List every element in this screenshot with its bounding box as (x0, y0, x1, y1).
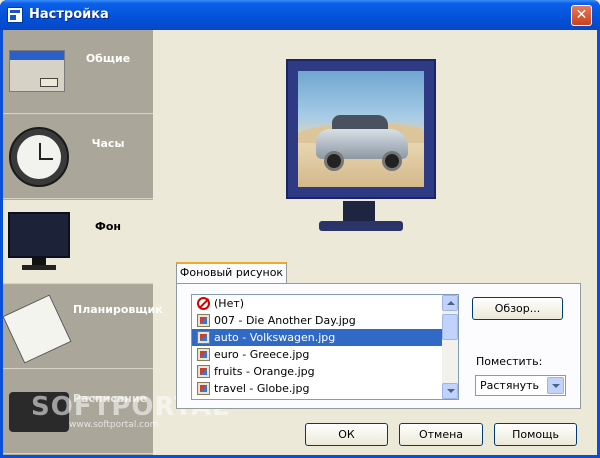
place-select-value: Растянуть (480, 379, 540, 392)
title-bar[interactable]: Настройка ✕ (0, 0, 600, 30)
list-item[interactable]: fruits - Orange.jpg (192, 363, 458, 380)
window-title: Настройка (29, 7, 109, 22)
list-item-label: fruits - Orange.jpg (214, 365, 315, 378)
settings-window: Настройка ✕ Общие Часы Фон Планировщик Р… (0, 0, 600, 458)
sidebar-item-label: Планировщик (73, 303, 163, 316)
none-icon (197, 297, 210, 310)
planner-icon (2, 294, 72, 364)
cancel-button[interactable]: Отмена (399, 423, 483, 446)
sidebar-item-label: Фон (94, 220, 122, 233)
list-item-label: euro - Greece.jpg (214, 348, 310, 361)
list-item-label: (Нет) (214, 297, 245, 310)
list-item-label: travel - Globe.jpg (214, 382, 310, 395)
wallpaper-preview (286, 59, 436, 199)
wallpaper-list[interactable]: (Нет) 007 - Die Another Day.jpg auto - V… (191, 294, 459, 400)
image-file-icon (197, 382, 210, 395)
image-file-icon (197, 348, 210, 361)
sidebar-item-label: Часы (91, 137, 125, 150)
list-item[interactable]: auto - Volkswagen.jpg (192, 329, 458, 346)
image-file-icon (197, 365, 210, 378)
tab-wallpaper[interactable]: Фоновый рисунок (176, 262, 287, 284)
arrow-down-icon (447, 389, 455, 393)
monitor-icon (8, 212, 70, 272)
scroll-down-button[interactable] (442, 383, 458, 399)
list-item-label: 007 - Die Another Day.jpg (214, 314, 356, 327)
monitor-stand (343, 201, 375, 223)
sidebar-item-label: Общие (85, 52, 131, 65)
help-button[interactable]: Помощь (494, 423, 577, 446)
list-scrollbar[interactable] (442, 295, 458, 399)
list-item[interactable]: 007 - Die Another Day.jpg (192, 312, 458, 329)
watermark-url: www.softportal.com (69, 420, 159, 430)
scroll-thumb[interactable] (442, 314, 458, 340)
close-button[interactable]: ✕ (571, 5, 592, 26)
sidebar-item-clock[interactable]: Часы (3, 115, 153, 199)
sidebar: Общие Часы Фон Планировщик Расписание SO… (2, 30, 229, 455)
arrow-up-icon (447, 301, 455, 305)
dialog-client: Общие Часы Фон Планировщик Расписание SO… (2, 30, 597, 455)
window-icon (9, 50, 65, 92)
place-label: Поместить: (476, 355, 543, 368)
list-item[interactable]: (Нет) (192, 295, 458, 312)
chevron-down-icon[interactable] (547, 377, 564, 394)
place-select[interactable]: Растянуть (475, 375, 566, 396)
sidebar-item-planner[interactable]: Планировщик (2, 285, 163, 369)
sidebar-item-general[interactable]: Общие (3, 30, 153, 114)
preview-image (298, 71, 424, 187)
list-item[interactable]: travel - Globe.jpg (192, 380, 458, 397)
app-icon (7, 7, 23, 23)
monitor-base (319, 221, 403, 231)
image-file-icon (197, 314, 210, 327)
sidebar-item-background[interactable]: Фон (3, 200, 153, 284)
clock-icon (9, 127, 69, 187)
list-item-label: auto - Volkswagen.jpg (214, 331, 336, 344)
ok-button[interactable]: ОК (305, 423, 388, 446)
scroll-up-button[interactable] (442, 295, 458, 311)
browse-button[interactable]: Обзор... (472, 297, 563, 320)
image-file-icon (197, 331, 210, 344)
list-item[interactable]: euro - Greece.jpg (192, 346, 458, 363)
